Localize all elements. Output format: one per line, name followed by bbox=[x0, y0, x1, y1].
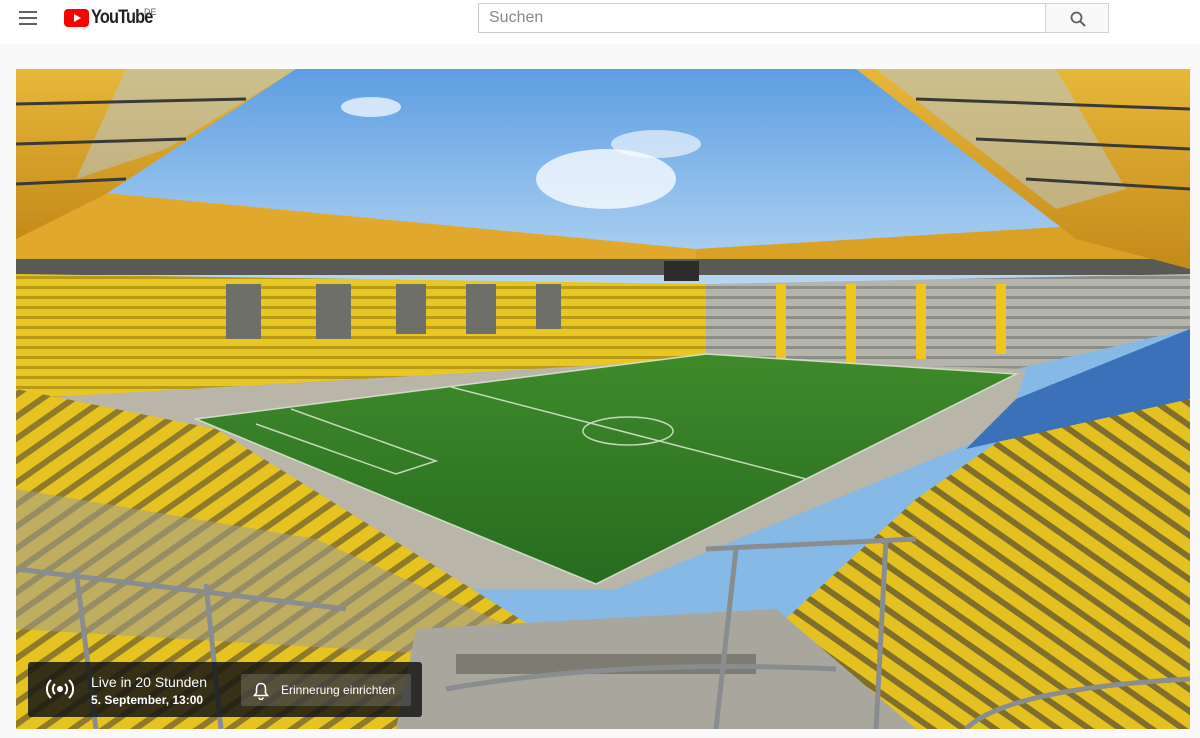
youtube-play-icon bbox=[64, 9, 89, 27]
search-button[interactable] bbox=[1045, 3, 1109, 33]
video-thumbnail[interactable] bbox=[16, 69, 1190, 729]
search-input[interactable] bbox=[478, 3, 1046, 33]
set-reminder-label: Erinnerung einrichten bbox=[281, 683, 396, 697]
youtube-logo[interactable]: YouTube DE bbox=[64, 7, 162, 29]
live-broadcast-icon bbox=[46, 679, 74, 699]
scheduled-time: 5. September, 13:00 bbox=[91, 693, 204, 707]
set-reminder-button[interactable]: Erinnerung einrichten bbox=[241, 674, 411, 706]
region-code: DE bbox=[144, 7, 157, 17]
menu-icon[interactable] bbox=[14, 6, 42, 30]
video-player[interactable]: Live in 20 Stunden 5. September, 13:00 E… bbox=[16, 69, 1190, 729]
live-status-overlay: Live in 20 Stunden 5. September, 13:00 E… bbox=[28, 662, 422, 717]
bell-icon bbox=[253, 682, 269, 700]
search-icon bbox=[1070, 11, 1086, 27]
live-status-text: Live in 20 Stunden bbox=[91, 674, 207, 690]
masthead: YouTube DE bbox=[0, 0, 1200, 44]
